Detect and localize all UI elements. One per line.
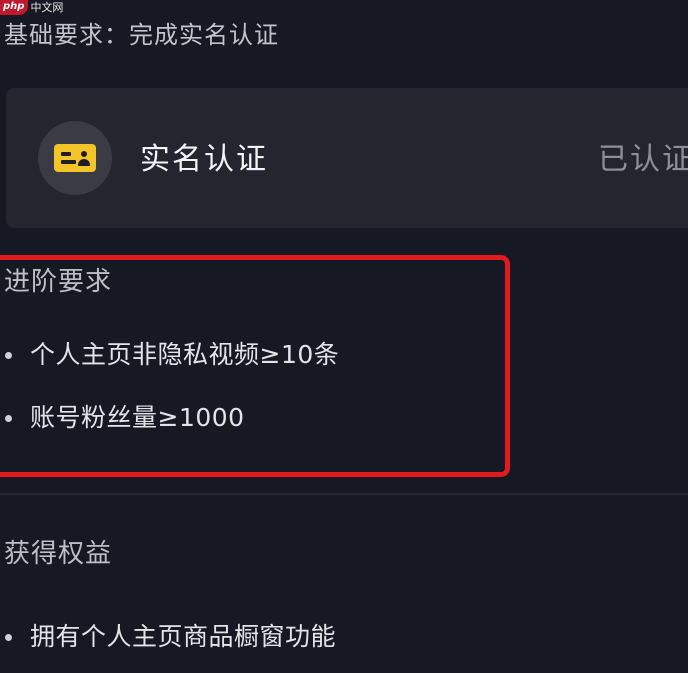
benefit-item-text: 拥有个人主页商品橱窗功能 (30, 622, 337, 651)
basic-requirement-title: 基础要求：完成实名认证 (4, 21, 279, 49)
id-card-icon-circle (38, 121, 112, 195)
section-divider (0, 493, 688, 495)
verification-status: 已认证 (598, 142, 688, 177)
watermark-php: php (0, 0, 29, 15)
highlight-annotation-box (0, 255, 510, 477)
bullet-dot-icon (5, 634, 12, 641)
watermark-logo: php 中文网 (0, 0, 63, 15)
benefits-title: 获得权益 (4, 539, 113, 569)
id-card-icon (54, 144, 96, 172)
verification-label: 实名认证 (140, 142, 268, 177)
verification-card[interactable]: 实名认证 已认证 (6, 88, 688, 228)
watermark-site: 中文网 (30, 0, 64, 14)
